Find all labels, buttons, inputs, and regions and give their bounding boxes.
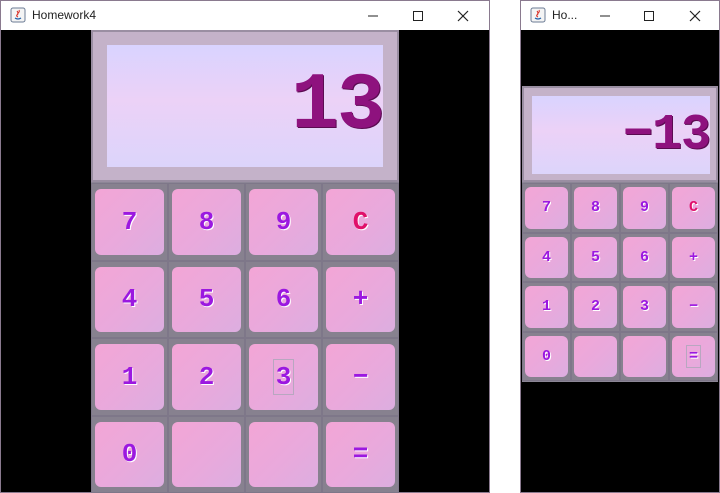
keypad: 7 8 9 C 4 5 6 + 1 2 3 − 0 = (91, 183, 399, 493)
key-2[interactable]: 2 (574, 286, 617, 328)
close-button[interactable] (441, 1, 485, 30)
key-8[interactable]: 8 (574, 187, 617, 229)
minimize-button[interactable] (583, 1, 627, 30)
display-readout: −13 (532, 96, 711, 174)
minimize-button[interactable] (351, 1, 395, 30)
calculator-panel: −13 7 8 9 C 4 5 6 + 1 2 3 − 0 = (522, 86, 718, 382)
display-readout: 13 (107, 45, 385, 167)
key-3[interactable]: 3 (249, 344, 318, 410)
window-title: Homework4 (32, 8, 97, 22)
minimize-icon (600, 15, 610, 16)
plus-button[interactable]: + (326, 266, 395, 332)
calculator-panel: 13 7 8 9 C 4 5 6 + 1 2 3 − 0 = (91, 30, 399, 493)
blank-key-2[interactable] (623, 335, 666, 377)
close-icon (689, 10, 701, 21)
plus-button[interactable]: + (672, 236, 715, 278)
maximize-button[interactable] (396, 1, 440, 30)
key-4[interactable]: 4 (95, 266, 164, 332)
key-3[interactable]: 3 (623, 286, 666, 328)
minus-button[interactable]: − (326, 344, 395, 410)
key-3-label: 3 (272, 358, 295, 395)
key-5[interactable]: 5 (172, 266, 241, 332)
clear-button[interactable]: C (326, 189, 395, 255)
display-panel: 13 (91, 30, 399, 182)
minus-button[interactable]: − (672, 286, 715, 328)
keypad: 7 8 9 C 4 5 6 + 1 2 3 − 0 = (522, 183, 718, 381)
equals-button[interactable]: = (672, 335, 715, 377)
java-icon (530, 7, 546, 23)
calculator-window-large: Homework4 13 7 8 9 C 4 5 6 + 1 2 3 − 0 = (0, 0, 490, 493)
key-7[interactable]: 7 (95, 189, 164, 255)
display-panel: −13 (522, 86, 718, 182)
close-icon (457, 10, 469, 21)
equals-button[interactable]: = (326, 421, 395, 487)
key-4[interactable]: 4 (525, 236, 568, 278)
blank-key-1[interactable] (172, 421, 241, 487)
key-6[interactable]: 6 (623, 236, 666, 278)
key-2[interactable]: 2 (172, 344, 241, 410)
java-icon (10, 7, 26, 23)
key-5[interactable]: 5 (574, 236, 617, 278)
blank-key-1[interactable] (574, 335, 617, 377)
window-title: Ho... (552, 8, 578, 22)
key-6[interactable]: 6 (249, 266, 318, 332)
clear-button[interactable]: C (672, 187, 715, 229)
key-0[interactable]: 0 (95, 421, 164, 487)
key-7[interactable]: 7 (525, 187, 568, 229)
close-button[interactable] (673, 1, 717, 30)
maximize-icon (413, 10, 423, 21)
calculator-window-small: Ho... −13 7 8 9 C 4 5 6 + 1 2 3 − 0 = (520, 0, 720, 493)
key-9[interactable]: 9 (249, 189, 318, 255)
key-9[interactable]: 9 (623, 187, 666, 229)
minimize-icon (368, 15, 378, 16)
title-bar[interactable]: Ho... (521, 1, 719, 30)
key-0[interactable]: 0 (525, 335, 568, 377)
equals-label: = (685, 344, 702, 368)
key-1[interactable]: 1 (95, 344, 164, 410)
title-bar[interactable]: Homework4 (1, 1, 489, 30)
desktop-gap (490, 0, 520, 493)
maximize-icon (644, 10, 654, 21)
maximize-button[interactable] (627, 1, 671, 30)
key-8[interactable]: 8 (172, 189, 241, 255)
blank-key-2[interactable] (249, 421, 318, 487)
key-1[interactable]: 1 (525, 286, 568, 328)
